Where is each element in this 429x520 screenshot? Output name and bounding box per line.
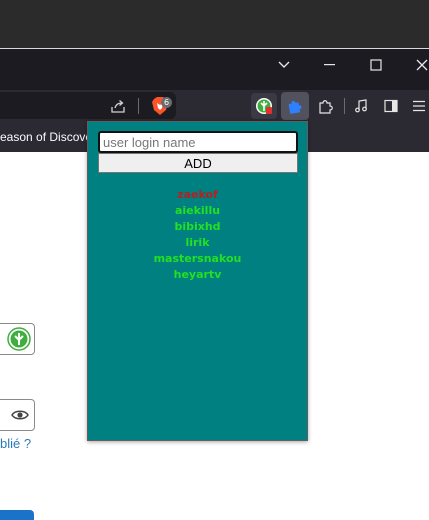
password-field[interactable] — [0, 399, 35, 431]
extension-popup: ADD zaekof aiekillu bibixhd lirik master… — [87, 121, 308, 441]
user-list: zaekof aiekillu bibixhd lirik mastersnak… — [88, 187, 307, 283]
brave-shields-badge: 6 — [161, 97, 172, 108]
add-button[interactable]: ADD — [98, 153, 298, 173]
brave-shields-button[interactable]: 6 — [148, 95, 172, 117]
menu-icon — [413, 100, 425, 112]
dji-extension-button[interactable] — [251, 93, 277, 119]
sidebar-button[interactable] — [380, 95, 402, 117]
media-button[interactable] — [350, 95, 372, 117]
minimize-icon — [324, 63, 335, 65]
extensions-button[interactable] — [314, 95, 338, 117]
close-icon — [416, 59, 428, 70]
toolbar-separator-2 — [344, 98, 345, 114]
sidebar-icon — [384, 99, 398, 113]
user-login-input[interactable] — [98, 131, 298, 153]
minimize-button[interactable] — [307, 49, 353, 80]
list-item[interactable]: mastersnakou — [88, 251, 307, 267]
active-extension-button[interactable] — [281, 92, 309, 120]
share-button[interactable] — [108, 96, 128, 116]
music-note-icon — [355, 99, 367, 113]
puzzle-blue-extension-icon — [288, 101, 302, 114]
bookmark-item[interactable]: eason of Discove — [0, 130, 92, 144]
close-button[interactable] — [399, 49, 429, 80]
chevron-down-icon — [278, 61, 290, 68]
maximize-icon — [370, 58, 382, 71]
login-field[interactable] — [0, 323, 35, 355]
dji-extension-icon — [256, 98, 272, 114]
submit-button[interactable] — [0, 510, 34, 520]
list-item[interactable]: heyartv — [88, 267, 307, 283]
menu-button[interactable] — [408, 95, 429, 117]
list-item[interactable]: aiekillu — [88, 203, 307, 219]
forgot-password-link[interactable]: blié ? — [0, 436, 31, 451]
extensions-puzzle-icon — [319, 100, 333, 114]
share-icon — [111, 100, 125, 113]
desktop-background — [0, 0, 429, 48]
list-item[interactable]: lirik — [88, 235, 307, 251]
dji-icon — [7, 327, 31, 351]
tab-list-dropdown-button[interactable] — [261, 49, 307, 80]
list-item[interactable]: zaekof — [88, 187, 307, 203]
toolbar-separator — [138, 98, 139, 114]
maximize-button[interactable] — [353, 49, 399, 80]
eye-icon — [11, 410, 29, 420]
list-item[interactable]: bibixhd — [88, 219, 307, 235]
